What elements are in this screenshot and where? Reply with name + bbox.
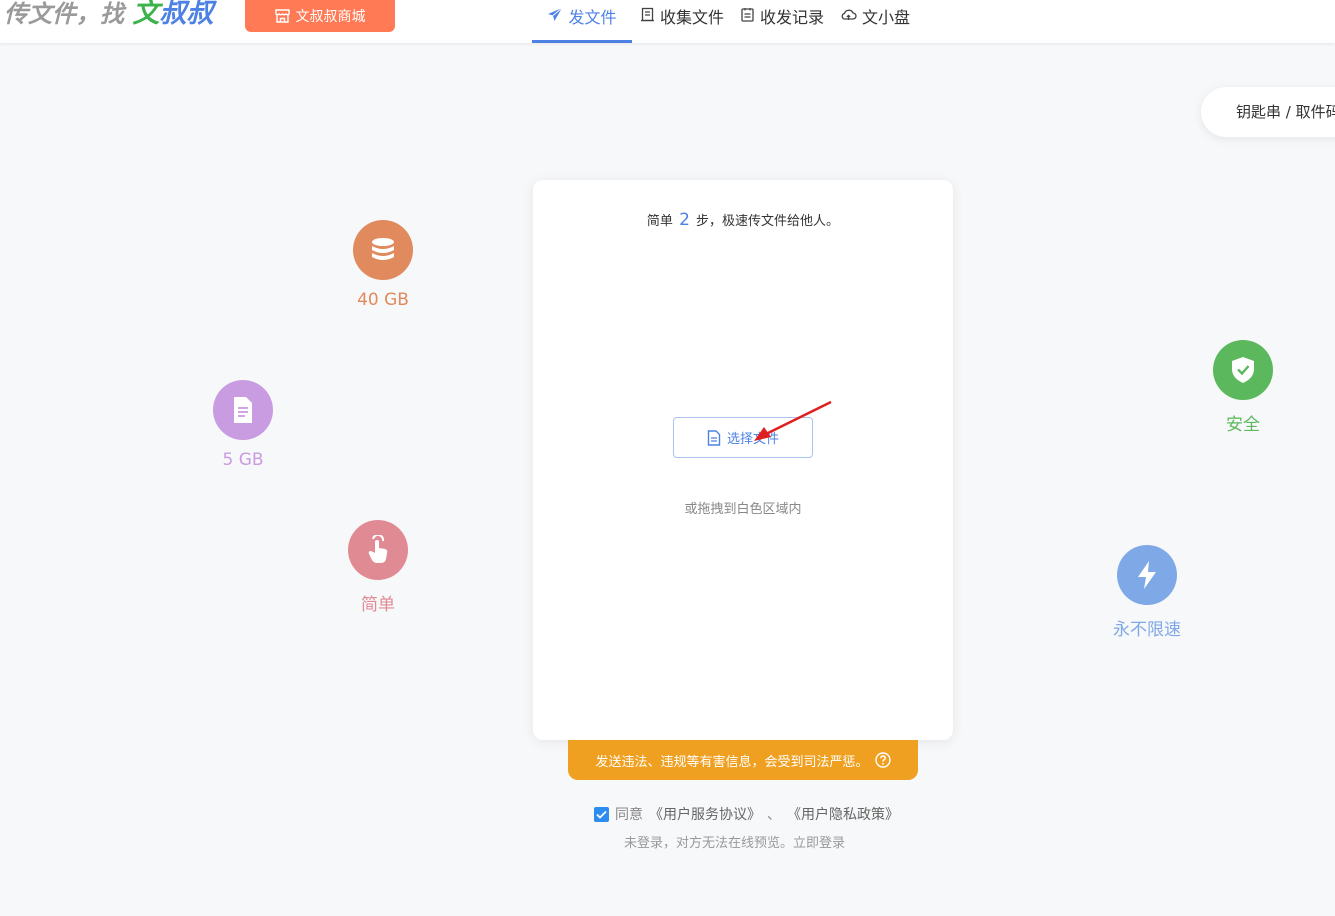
steps-count: 2 <box>679 210 690 230</box>
pickup-code-entry[interactable]: 钥匙串 / 取件码 <box>1201 87 1335 137</box>
send-icon <box>548 7 563 21</box>
feature-5gb-circle <box>213 380 273 440</box>
agreement-separator: 、 <box>767 807 781 823</box>
steps-tip: 简单 2 步，极速传文件给他人。 <box>533 210 953 230</box>
shop-button-label: 文叔叔商城 <box>295 9 366 25</box>
shop-button[interactable]: 文叔叔商城 <box>245 0 395 32</box>
select-file-label: 选择文件 <box>726 432 779 447</box>
check-icon <box>596 810 607 819</box>
tab-collect-file-label: 收集文件 <box>660 8 725 27</box>
drag-tip: 或拖拽到白色区域内 <box>684 502 802 517</box>
steps-tip-suffix: 步，极速传文件给他人。 <box>696 214 840 229</box>
logo[interactable]: 传文件，找 文叔叔 <box>4 0 213 32</box>
tab-records-label: 收发记录 <box>760 8 825 27</box>
upload-card[interactable]: 简单 2 步，极速传文件给他人。 选择文件 或拖拽到白色区域内 <box>533 180 953 740</box>
hand-pointer-icon <box>368 535 388 563</box>
feature-40gb: 40 GB <box>338 220 428 310</box>
login-hint-text: 未登录，对方无法在线预览。 <box>624 836 794 851</box>
steps-tip-prefix: 简单 <box>646 214 673 229</box>
feature-40gb-circle <box>353 220 413 280</box>
feature-safe-circle <box>1213 340 1273 400</box>
store-icon <box>274 9 290 23</box>
feature-speed-circle <box>1117 545 1177 605</box>
tab-collect-file[interactable]: 收集文件 <box>632 0 732 43</box>
top-bar: 传文件，找 文叔叔 文叔叔商城 发文件 收集文件 收发记录 文小盘 <box>0 0 1335 43</box>
warning-text: 发送违法、违规等有害信息，会受到司法严惩。 <box>595 754 869 770</box>
feature-safe: 安全 <box>1198 340 1288 435</box>
feature-simple-circle <box>348 520 408 580</box>
login-link[interactable]: 立即登录 <box>793 836 845 851</box>
record-icon <box>741 8 754 22</box>
logo-text-1: 传文件，找 <box>4 0 133 28</box>
feature-5gb: 5 GB <box>198 380 288 470</box>
login-hint: 未登录，对方无法在线预览。立即登录 <box>624 832 845 851</box>
cloud-icon <box>841 9 857 20</box>
agree-label: 同意 <box>615 807 643 823</box>
feature-safe-label: 安全 <box>1226 415 1260 435</box>
tab-mini-disk-label: 文小盘 <box>862 8 911 27</box>
feature-no-speed-limit: 永不限速 <box>1102 545 1192 640</box>
logo-text-3: 叔叔 <box>159 0 214 29</box>
feature-simple: 简单 <box>333 520 423 615</box>
tab-records[interactable]: 收发记录 <box>732 0 832 43</box>
warning-banner: 发送违法、违规等有害信息，会受到司法严惩。 <box>568 740 918 780</box>
logo-text-2: 文 <box>132 0 160 29</box>
select-file-button[interactable]: 选择文件 <box>673 417 813 458</box>
feature-5gb-label: 5 GB <box>222 450 264 470</box>
agree-checkbox[interactable] <box>594 806 609 822</box>
lightning-icon <box>1138 561 1156 589</box>
main-nav: 发文件 收集文件 收发记录 文小盘 <box>532 0 918 43</box>
agreement-row: 同意 《用户服务协议》 、 《用户隐私政策》 <box>594 804 899 824</box>
feature-40gb-label: 40 GB <box>357 290 409 310</box>
database-icon <box>372 238 394 260</box>
service-agreement-link[interactable]: 《用户服务协议》 <box>649 804 761 824</box>
file-icon <box>234 397 252 423</box>
feature-speed-label: 永不限速 <box>1113 620 1181 640</box>
feature-simple-label: 简单 <box>361 595 395 615</box>
shield-check-icon <box>1232 357 1254 383</box>
help-icon[interactable] <box>874 752 891 768</box>
tab-send-file[interactable]: 发文件 <box>532 0 632 43</box>
inbox-icon <box>641 7 654 22</box>
tab-mini-disk[interactable]: 文小盘 <box>832 0 918 43</box>
tab-send-file-label: 发文件 <box>568 8 617 27</box>
document-icon <box>707 429 721 446</box>
privacy-policy-link[interactable]: 《用户隐私政策》 <box>787 804 899 824</box>
